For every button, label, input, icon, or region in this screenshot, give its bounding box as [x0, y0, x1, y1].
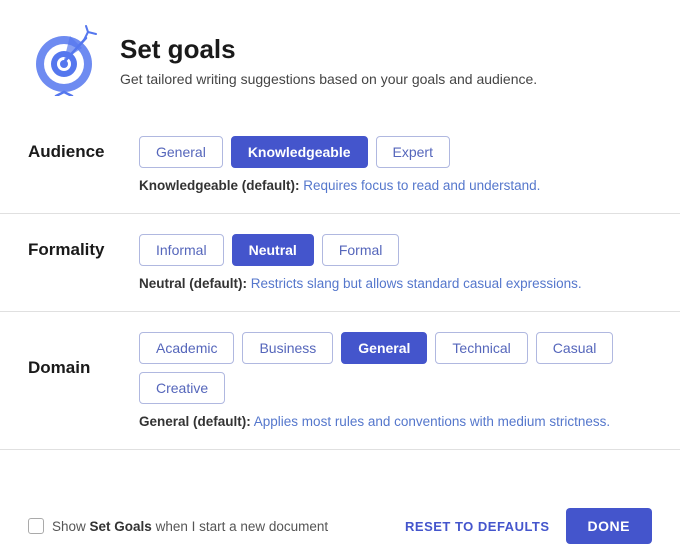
domain-label: Domain [28, 358, 123, 378]
target-icon [28, 24, 100, 96]
domain-description: General (default): Applies most rules an… [139, 414, 652, 429]
formality-description: Neutral (default): Restricts slang but a… [139, 276, 652, 291]
checkbox-label-post: when I start a new document [152, 519, 328, 534]
checkbox-label-bold: Set Goals [90, 519, 152, 534]
set-goals-modal: Set goals Get tailored writing suggestio… [0, 0, 680, 560]
header-text: Set goals Get tailored writing suggestio… [120, 34, 537, 87]
domain-section: Domain Academic Business General Technic… [0, 312, 680, 450]
formality-label: Formality [28, 240, 123, 260]
checkbox-label: Show Set Goals when I start a new docume… [52, 519, 328, 534]
page-title: Set goals [120, 34, 537, 65]
formality-row: Formality Informal Neutral Formal [28, 234, 652, 266]
formality-option-informal[interactable]: Informal [139, 234, 224, 266]
formality-options: Informal Neutral Formal [139, 234, 399, 266]
audience-option-general[interactable]: General [139, 136, 223, 168]
audience-description: Knowledgeable (default): Requires focus … [139, 178, 652, 193]
formality-option-neutral[interactable]: Neutral [232, 234, 314, 266]
domain-option-technical[interactable]: Technical [435, 332, 527, 364]
domain-option-academic[interactable]: Academic [139, 332, 234, 364]
checkbox-area: Show Set Goals when I start a new docume… [28, 518, 328, 534]
formality-section: Formality Informal Neutral Formal Neutra… [0, 214, 680, 312]
domain-option-business[interactable]: Business [242, 332, 333, 364]
audience-label: Audience [28, 142, 123, 162]
done-button[interactable]: DONE [566, 508, 652, 544]
domain-row: Domain Academic Business General Technic… [28, 332, 652, 404]
formality-option-formal[interactable]: Formal [322, 234, 400, 266]
reset-button[interactable]: RESET TO DEFAULTS [401, 511, 554, 542]
audience-options: General Knowledgeable Expert [139, 136, 450, 168]
page-subtitle: Get tailored writing suggestions based o… [120, 71, 537, 87]
domain-desc-text: Applies most rules and conventions with … [254, 414, 610, 429]
formality-desc-text: Restricts slang but allows standard casu… [251, 276, 582, 291]
domain-options: Academic Business General Technical Casu… [139, 332, 652, 404]
domain-option-general[interactable]: General [341, 332, 427, 364]
formality-desc-label: Neutral (default): [139, 276, 247, 291]
domain-desc-label: General (default): [139, 414, 251, 429]
audience-option-knowledgeable[interactable]: Knowledgeable [231, 136, 368, 168]
header: Set goals Get tailored writing suggestio… [0, 0, 680, 116]
audience-section: Audience General Knowledgeable Expert Kn… [0, 116, 680, 214]
footer: Show Set Goals when I start a new docume… [0, 492, 680, 560]
footer-buttons: RESET TO DEFAULTS DONE [401, 508, 652, 544]
audience-desc-label: Knowledgeable (default): [139, 178, 300, 193]
domain-option-creative[interactable]: Creative [139, 372, 225, 404]
checkbox-label-pre: Show [52, 519, 90, 534]
audience-row: Audience General Knowledgeable Expert [28, 136, 652, 168]
domain-option-casual[interactable]: Casual [536, 332, 614, 364]
audience-option-expert[interactable]: Expert [376, 136, 450, 168]
show-set-goals-checkbox[interactable] [28, 518, 44, 534]
audience-desc-text: Requires focus to read and understand. [303, 178, 540, 193]
